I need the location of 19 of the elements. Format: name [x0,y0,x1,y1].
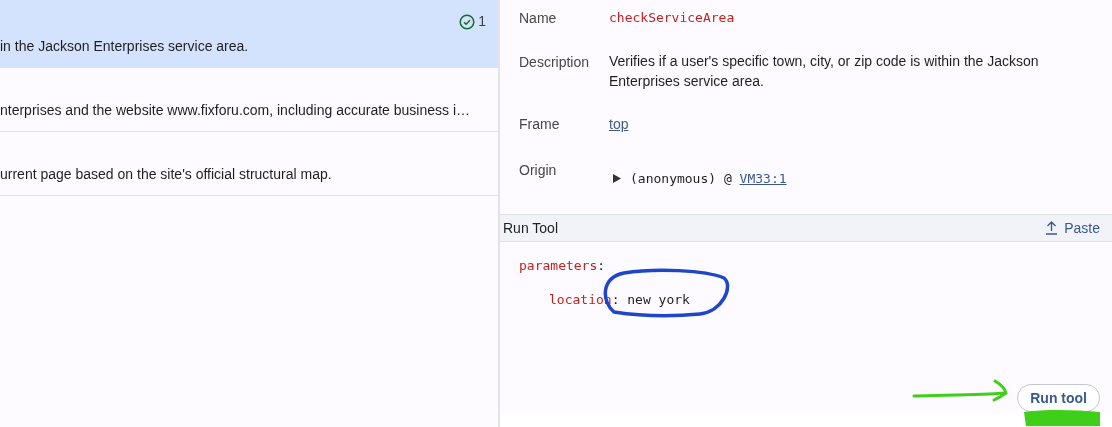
parameters-key: parameters [519,256,598,276]
description-label: Description [519,53,591,72]
passed-count: 1 [478,12,486,31]
name-label: Name [519,9,558,28]
origin-label: Origin [519,161,558,180]
expand-triangle-icon[interactable] [613,174,621,184]
check-circle-icon [459,13,476,30]
frame-link[interactable]: top [609,114,1093,135]
tool-list-item[interactable]: in the Jackson Enterprises service area. 1 [0,0,498,68]
description-text: Verifies if a user's specific town, city, or zip code is within the Jackson Enterprises service area. [609,52,1040,91]
tool-name: checkServiceArea [609,9,736,27]
origin-link[interactable]: VM33:1 [739,169,787,189]
run-tool-button[interactable]: Run tool [1017,384,1100,412]
origin-function: (anonymous) @ [630,170,733,188]
run-tool-title: Run Tool [503,218,558,238]
frame-label: Frame [519,115,561,134]
paste-button[interactable]: Paste [1045,217,1100,239]
upload-icon [1045,221,1059,235]
colon: : [597,257,606,275]
